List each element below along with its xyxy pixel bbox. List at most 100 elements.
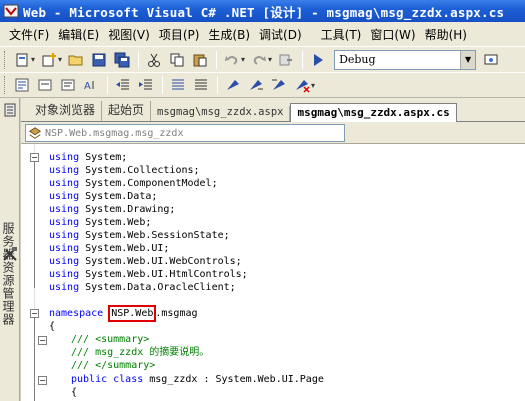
document-tab-strip: 对象浏览器 起始页 msgmag\msg_zzdx.aspx msgmag\ms… [21,98,525,122]
brace-text: { [49,321,56,332]
quick-info-icon [61,79,75,91]
namespace-open-brace: { [49,320,55,333]
text-editor-toolbar: A ▾ [0,72,525,98]
menu-project[interactable]: 项目(P) [156,26,206,43]
chevron-down-icon[interactable]: ▾ [31,55,35,64]
menu-debug[interactable]: 调试(D) [256,26,308,43]
parameter-info-icon [38,79,52,91]
copy-button[interactable] [166,49,188,71]
toolbar-separator [162,76,163,94]
folder-open-icon [68,55,83,65]
toolbar-grip[interactable] [4,76,7,94]
tab-aspx-design[interactable]: msgmag\msg_zzdx.aspx [151,106,291,121]
clear-bookmarks-button[interactable] [291,74,313,96]
using-line: using System.Web.UI; [49,242,169,255]
save-button[interactable] [88,49,110,71]
class-keyword: public class [71,374,144,385]
menu-edit[interactable]: 编辑(E) [55,26,105,43]
outline-line [34,162,35,288]
navigate-icon [279,54,293,65]
using-keyword: using [49,217,80,228]
code-editor[interactable]: − using System; using System.Collections;… [21,144,525,401]
type-selector-dropdown[interactable]: NSP.Web.msgmag.msg_zzdx [25,124,345,142]
using-namespace: System.Web.UI; [85,243,170,254]
code-navigation-bar: NSP.Web.msgmag.msg_zzdx [21,122,525,144]
previous-bookmark-button[interactable] [268,74,290,96]
configuration-value: Debug [339,53,376,66]
undo-icon [225,55,238,65]
chevron-down-icon[interactable]: ▾ [58,55,62,64]
decrease-indent-button[interactable] [112,74,134,96]
summary-open-text: /// <summary> [71,334,150,345]
using-keyword: using [49,191,80,202]
window-title: Web - Microsoft Visual C# .NET [设计] - ms… [23,4,505,20]
menu-help[interactable]: 帮助(H) [422,26,473,43]
object-members-button[interactable] [11,74,33,96]
collapse-namespace-toggle[interactable]: − [30,309,39,318]
open-file-button[interactable] [65,49,87,71]
toolbar-options-icon[interactable]: ▾ [311,81,315,90]
collapse-using-block-toggle[interactable]: − [30,153,39,162]
navigate-button[interactable] [275,49,297,71]
using-namespace: System.ComponentModel; [85,178,218,189]
toolbar-separator [302,50,304,69]
uncomment-button[interactable] [190,74,212,96]
chevron-down-icon[interactable]: ▾ [241,55,245,64]
solution-configuration-select[interactable]: Debug ▼ [334,49,477,70]
using-line: using System.Data.OracleClient; [49,281,236,294]
save-all-button[interactable] [111,49,133,71]
using-keyword: using [49,256,80,267]
outdent-icon [116,79,129,90]
menu-view[interactable]: 视图(V) [105,26,156,43]
using-namespace: System.Web.SessionState; [85,230,230,241]
cut-button[interactable] [143,49,165,71]
paste-button[interactable] [189,49,211,71]
clear-bookmarks-icon [296,80,310,93]
undo-button[interactable] [221,49,243,71]
start-debug-button[interactable] [307,49,329,71]
redo-button[interactable] [248,49,270,71]
increase-indent-button[interactable] [135,74,157,96]
menu-file[interactable]: 文件(F) [6,26,55,43]
tab-aspx-cs-active[interactable]: msgmag\msg_zzdx.aspx.cs [290,103,457,122]
scissors-icon [148,53,161,67]
comment-out-button[interactable] [167,74,189,96]
title-bar: Web - Microsoft Visual C# .NET [设计] - ms… [0,0,525,22]
toolbox-icon[interactable] [2,246,18,262]
new-project-button[interactable] [11,49,33,71]
parameter-info-button[interactable] [34,74,56,96]
namespace-keyword: namespace [49,308,104,319]
outline-line [34,318,35,401]
next-bookmark-button[interactable] [245,74,267,96]
menu-build[interactable]: 生成(B) [205,26,256,43]
copy-icon [170,53,184,66]
new-project-icon [16,53,28,66]
collapse-class-toggle[interactable]: − [38,376,47,385]
tab-start-page[interactable]: 起始页 [102,101,152,121]
toggle-bookmark-button[interactable] [222,74,244,96]
list-members-icon [15,78,29,92]
complete-word-button[interactable]: A [80,74,102,96]
type-selector-value: NSP.Web.msgmag.msg_zzdx [45,127,184,139]
standard-toolbar: ▾ ▾ ▾ ▾ Debug ▼ [0,46,525,72]
collapse-summary-toggle[interactable]: − [38,336,47,345]
save-icon [92,53,106,66]
using-line: using System.Data; [49,190,157,203]
using-keyword: using [49,282,80,293]
using-namespace: System.Drawing; [85,204,176,215]
chevron-down-icon[interactable]: ▾ [268,55,272,64]
toolbar-grip[interactable] [4,50,7,69]
using-line: using System.Web.UI.HtmlControls; [49,268,248,281]
menu-tools[interactable]: 工具(T) [318,26,368,43]
using-line: using System.ComponentModel; [49,177,218,190]
server-explorer-icon[interactable] [2,102,18,118]
find-button[interactable] [480,49,502,71]
quick-info-button[interactable] [57,74,79,96]
menu-window[interactable]: 窗口(W) [367,26,421,43]
tab-object-browser[interactable]: 对象浏览器 [29,101,103,121]
chevron-down-icon[interactable]: ▼ [460,50,476,69]
add-item-button[interactable] [38,49,60,71]
using-namespace: System; [85,152,128,163]
server-explorer-tab[interactable]: 服务器资源管理器 [1,222,17,326]
editor-gutter [21,144,35,401]
